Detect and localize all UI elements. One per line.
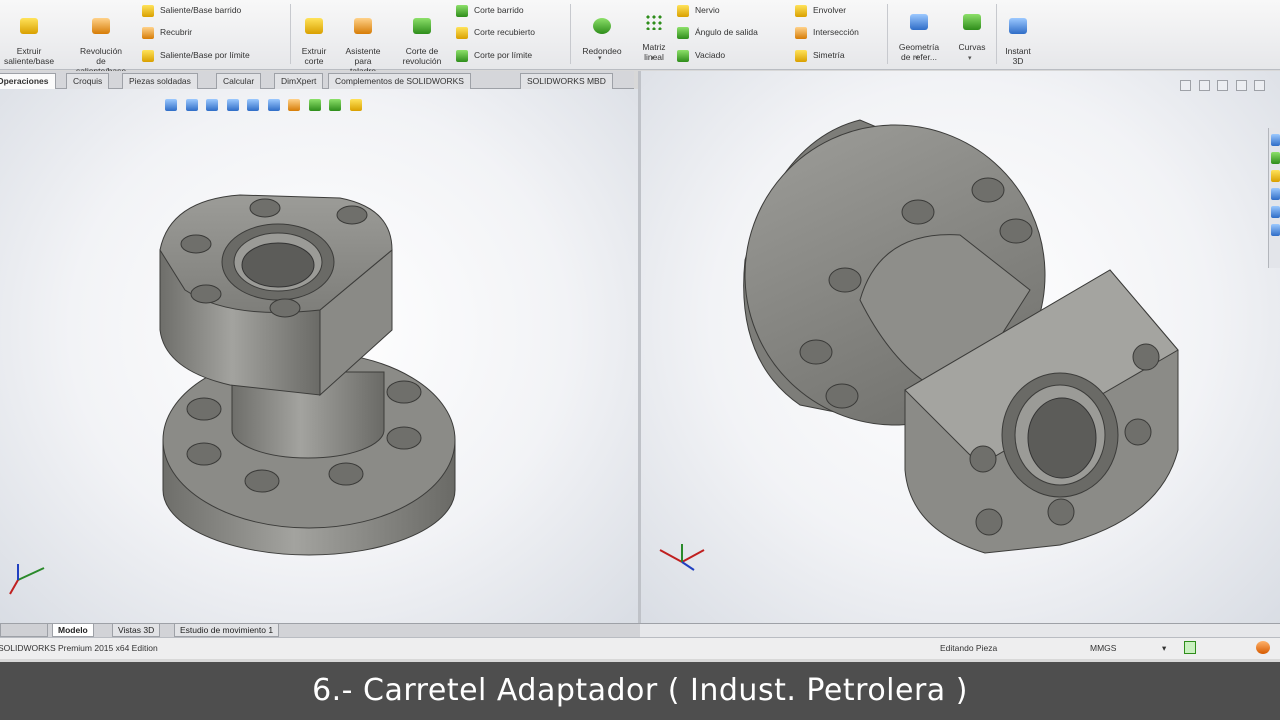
hole-wizard-icon bbox=[354, 18, 372, 34]
group-separator bbox=[570, 4, 571, 64]
loft-icon bbox=[142, 26, 154, 39]
reference-geometry-dropdown-icon[interactable]: ▾ bbox=[915, 54, 919, 62]
swept-cut-button[interactable]: Corte barrido bbox=[456, 3, 524, 19]
curves-button[interactable]: Curvas bbox=[952, 4, 992, 52]
edit-mode-label: Editando Pieza bbox=[940, 643, 998, 653]
linear-pattern-icon bbox=[645, 14, 663, 30]
boundary-boss-button[interactable]: Saliente/Base por límite bbox=[142, 48, 250, 64]
tab-dimxpert[interactable]: DimXpert bbox=[274, 73, 324, 89]
cut-extrude-icon bbox=[305, 18, 323, 34]
command-manager-ribbon: Extruir saliente/base Revolución de sali… bbox=[0, 0, 1280, 76]
fillet-dropdown-icon[interactable]: ▾ bbox=[598, 54, 602, 62]
wrap-icon bbox=[795, 4, 807, 17]
tab-complementos[interactable]: Complementos de SOLIDWORKS bbox=[328, 73, 471, 89]
edition-label: SOLIDWORKS Premium 2015 x64 Edition bbox=[0, 643, 158, 653]
video-caption-banner: 6.- Carretel Adaptador ( Indust. Petrole… bbox=[0, 662, 1280, 720]
swept-boss-button[interactable]: Saliente/Base barrido bbox=[142, 3, 241, 19]
boundary-icon bbox=[142, 49, 154, 62]
boundary-cut-icon bbox=[456, 49, 468, 62]
draft-button[interactable]: Ángulo de salida bbox=[677, 25, 758, 41]
revolved-cut-button[interactable]: Corte de revolución bbox=[394, 8, 450, 66]
tab-calcular[interactable]: Calcular bbox=[216, 73, 262, 89]
sweep-icon bbox=[142, 4, 154, 17]
rib-button[interactable]: Nervio bbox=[677, 3, 720, 19]
tab-scroll-arrows[interactable] bbox=[0, 624, 48, 637]
rib-icon bbox=[677, 4, 689, 17]
intersect-button[interactable]: Intersección bbox=[795, 25, 859, 41]
model-tabs-bar: Modelo Vistas 3D Estudio de movimiento 1 bbox=[0, 623, 640, 637]
tab-modelo[interactable]: Modelo bbox=[52, 624, 94, 637]
instant3d-button[interactable]: Instant 3D bbox=[998, 8, 1038, 66]
pattern-dropdown-icon[interactable]: ▾ bbox=[651, 54, 655, 62]
extruded-cut-button[interactable]: Extruir corte bbox=[294, 8, 334, 66]
hole-wizard-button[interactable]: Asistente para taladro bbox=[338, 8, 388, 76]
reference-geometry-button[interactable]: Geometría de refer... bbox=[890, 4, 948, 62]
model-tabs-bar-right bbox=[640, 623, 1280, 637]
cut-revolve-icon bbox=[413, 18, 431, 34]
curves-icon bbox=[963, 14, 981, 30]
draft-icon bbox=[677, 26, 689, 39]
tab-operaciones[interactable]: Operaciones bbox=[0, 73, 56, 90]
loft-cut-icon bbox=[456, 26, 468, 39]
shell-button[interactable]: Vaciado bbox=[677, 48, 725, 64]
extrude-boss-button[interactable]: Extruir saliente/base bbox=[0, 8, 58, 66]
mirror-icon bbox=[795, 49, 807, 62]
extrude-icon bbox=[20, 18, 38, 34]
tab-piezas-soldadas[interactable]: Piezas soldadas bbox=[122, 73, 198, 89]
shell-icon bbox=[677, 49, 689, 62]
intersect-icon bbox=[795, 26, 807, 39]
reference-geometry-icon bbox=[910, 14, 928, 30]
part-model-right[interactable] bbox=[641, 71, 1280, 623]
group-separator bbox=[996, 4, 997, 64]
part-model-left[interactable] bbox=[0, 89, 638, 623]
help-icon[interactable] bbox=[1256, 641, 1270, 654]
group-separator bbox=[290, 4, 291, 64]
tab-croquis[interactable]: Croquis bbox=[66, 73, 110, 89]
curves-dropdown-icon[interactable]: ▾ bbox=[968, 54, 972, 62]
tab-vistas-3d[interactable]: Vistas 3D bbox=[112, 624, 161, 637]
instant3d-icon bbox=[1009, 18, 1027, 34]
tab-mbd[interactable]: SOLIDWORKS MBD bbox=[520, 73, 613, 89]
boundary-cut-button[interactable]: Corte por límite bbox=[456, 48, 532, 64]
coordinate-triad-right bbox=[659, 544, 705, 571]
caption-title: 6.- Carretel Adaptador ( Indust. Petrole… bbox=[312, 673, 968, 708]
loft-button[interactable]: Recubrir bbox=[142, 25, 192, 41]
fillet-button[interactable]: Redondeo bbox=[574, 8, 630, 56]
mirror-button[interactable]: Simetría bbox=[795, 48, 845, 64]
lofted-cut-button[interactable]: Corte recubierto bbox=[456, 25, 535, 41]
fillet-icon bbox=[593, 18, 611, 34]
command-manager-tabs: Operaciones Croquis Piezas soldadas Calc… bbox=[0, 71, 634, 90]
wrap-button[interactable]: Envolver bbox=[795, 3, 846, 19]
sweep-cut-icon bbox=[456, 4, 468, 17]
units-selector[interactable]: MMGS bbox=[1090, 638, 1116, 658]
revolve-boss-button[interactable]: Revolución de saliente/base bbox=[66, 8, 136, 76]
units-dropdown-icon[interactable]: ▾ bbox=[1162, 638, 1166, 658]
status-bar: SOLIDWORKS Premium 2015 x64 Edition Edit… bbox=[0, 637, 1280, 659]
rebuild-status-icon[interactable] bbox=[1184, 641, 1196, 654]
revolve-icon bbox=[92, 18, 110, 34]
tab-estudio-movimiento[interactable]: Estudio de movimiento 1 bbox=[174, 624, 280, 637]
coordinate-triad-left bbox=[9, 564, 45, 595]
group-separator bbox=[887, 4, 888, 64]
